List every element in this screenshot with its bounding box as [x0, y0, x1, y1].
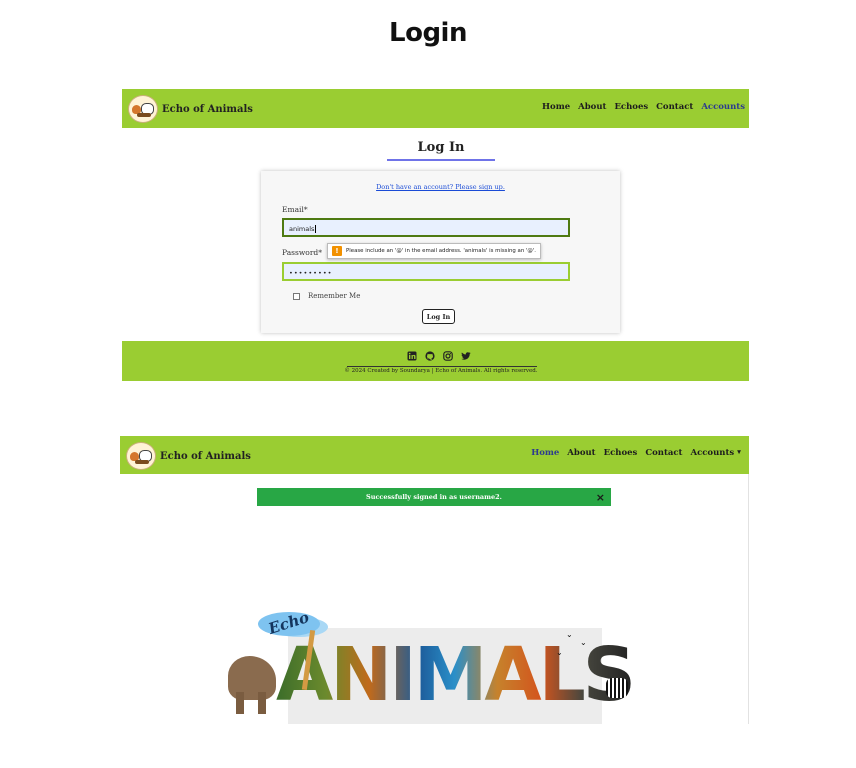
elephant-leg [236, 692, 244, 714]
nav-about[interactable]: About [578, 102, 606, 112]
nav-contact[interactable]: Contact [656, 102, 693, 112]
nav-echoes[interactable]: Echoes [604, 448, 638, 458]
login-button[interactable]: Log In [422, 309, 455, 324]
navbar: Echo of Animals Home About Echoes Contac… [122, 89, 749, 128]
nav-accounts-dropdown[interactable]: Accounts ▼ [690, 448, 741, 458]
remember-label: Remember Me [308, 292, 361, 300]
hero-animals-text: ANIMALS [276, 632, 636, 718]
footer-copyright: © 2024 Created by Soundarya | Echo of An… [344, 368, 538, 374]
validation-message: Please include an '@' in the email addre… [346, 248, 537, 254]
text-caret [315, 225, 317, 233]
navbar-home: Echo of Animals Home About Echoes Contac… [120, 436, 749, 474]
password-field[interactable]: ••••••••• [282, 262, 570, 281]
footer-divider [347, 366, 537, 367]
email-field[interactable]: animals [282, 218, 570, 237]
page-edge [748, 474, 749, 724]
nav-home[interactable]: Home [531, 448, 559, 458]
social-icons [407, 351, 471, 361]
chevron-down-icon: ▼ [737, 449, 741, 456]
validation-tooltip: ! Please include an '@' in the email add… [327, 243, 542, 259]
password-label: Password* [282, 248, 322, 257]
nav-links: Home About Echoes Contact Accounts [542, 102, 745, 112]
nav-contact[interactable]: Contact [645, 448, 682, 458]
bird-icon: ⌄ [566, 630, 573, 639]
remember-checkbox[interactable] [293, 292, 300, 300]
nav-home[interactable]: Home [542, 102, 570, 112]
brand-name: Echo of Animals [162, 103, 253, 115]
email-value: animals [289, 225, 315, 233]
github-icon[interactable] [425, 351, 435, 361]
alert-message: Successfully signed in as username2. [366, 493, 502, 501]
bird-icon: ⌄ [580, 638, 587, 647]
brand-logo-icon [126, 442, 156, 470]
linkedin-icon[interactable] [407, 351, 417, 361]
brand-name: Echo of Animals [160, 450, 251, 462]
signup-link[interactable]: Don't have an account? Please sign up. [261, 183, 620, 191]
page-title: Login [389, 18, 467, 48]
email-label: Email* [282, 205, 308, 214]
instagram-icon[interactable] [443, 351, 453, 361]
nav-echoes[interactable]: Echoes [614, 102, 648, 112]
brand[interactable]: Echo of Animals [128, 95, 253, 123]
brand-logo-icon [128, 95, 158, 123]
heading-underline [387, 159, 495, 161]
twitter-icon[interactable] [461, 351, 471, 361]
footer: © 2024 Created by Soundarya | Echo of An… [122, 341, 749, 381]
accounts-label: Accounts [690, 448, 735, 458]
login-card: Don't have an account? Please sign up. E… [261, 171, 620, 333]
nav-links: Home About Echoes Contact Accounts ▼ [531, 448, 741, 458]
warning-icon: ! [332, 246, 342, 256]
nav-about[interactable]: About [567, 448, 595, 458]
elephant-leg [258, 692, 266, 714]
login-screenshot: Echo of Animals Home About Echoes Contac… [122, 89, 749, 381]
hero-logo: Echo ANIMALS ⌄ ⌄ ⌄ [228, 608, 638, 724]
bird-icon: ⌄ [556, 648, 563, 657]
close-icon[interactable]: × [596, 491, 605, 504]
nav-accounts[interactable]: Accounts [701, 102, 745, 112]
home-screenshot: Echo of Animals Home About Echoes Contac… [120, 436, 749, 724]
password-value: ••••••••• [289, 269, 333, 277]
success-alert: Successfully signed in as username2. × [257, 488, 611, 506]
brand[interactable]: Echo of Animals [126, 442, 251, 470]
remember-me[interactable]: Remember Me [293, 292, 360, 300]
zebra-icon [606, 678, 628, 698]
login-heading: Log In [417, 140, 465, 155]
